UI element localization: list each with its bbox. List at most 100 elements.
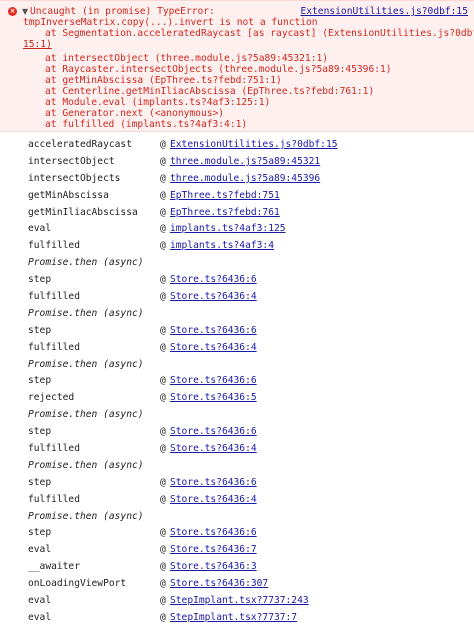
stack-frame-row: step @ Store.ts?6436:6 [0,525,474,542]
stack-frame-row: acceleratedRaycast @ ExtensionUtilities.js… [0,137,474,154]
frame-function-name: fulfilled [28,240,80,252]
frame-function-name: intersectObjects [28,172,121,184]
at-symbol: @ [160,172,166,184]
frame-function-name: eval [28,223,52,235]
error-line: at Raycaster.intersectObjects (three.mod… [45,64,392,75]
error-line: 15:1) [23,39,52,50]
at-symbol: @ [160,291,166,303]
async-label: Promise.then (async) [28,510,144,522]
error-line: at Module.eval (implants.ts?4af3:125:1) [45,97,271,108]
frame-function-name: fulfilled [28,493,80,505]
error-link[interactable]: 15:1) [23,39,52,50]
at-symbol: @ [160,544,166,556]
stack-frame-row: step @ Store.ts?6436:6 [0,373,474,390]
stack-frame-row: onLoadingViewPort @ Store.ts?6436:307 [0,576,474,593]
at-symbol: @ [160,578,166,590]
frame-function-name: eval [28,611,52,623]
at-symbol: @ [160,527,166,539]
frame-function-name: step [28,375,52,387]
frame-source-link[interactable]: Store.ts?6436:4 [170,441,257,458]
console-panel: × ▼ ExtensionUtilities.js?0dbf:15 Uncaug… [0,0,474,623]
at-symbol: @ [160,392,166,404]
frame-source-link[interactable]: Store.ts?6436:5 [170,390,257,407]
stack-frame-row: step @ Store.ts?6436:6 [0,424,474,441]
stack-frame-row: eval @ Store.ts?6436:7 [0,542,474,559]
stack-frame-row: step @ Store.ts?6436:6 [0,272,474,289]
at-symbol: @ [160,426,166,438]
async-separator-row: Promise.then (async) [0,306,474,323]
async-separator-row: Promise.then (async) [0,509,474,526]
frame-function-name: fulfilled [28,443,80,455]
frame-source-link[interactable]: Store.ts?6436:6 [170,373,257,390]
error-line: at Centerline.getMinIliacAbscissa (EpThr… [45,86,375,97]
frame-source-link[interactable]: Store.ts?6436:7 [170,542,257,559]
stack-frame-row: rejected @ Store.ts?6436:5 [0,390,474,407]
error-line: at fulfilled (implants.ts?4af3:4:1) [45,119,248,130]
frame-source-link[interactable]: Store.ts?6436:6 [170,475,257,492]
stack-frame-row: eval @ StepImplant.tsx?7737:243 [0,593,474,610]
frame-function-name: acceleratedRaycast [28,139,132,150]
frame-source-link[interactable]: Store.ts?6436:6 [170,272,257,289]
at-symbol: @ [160,324,166,336]
stack-frame-row: eval @ StepImplant.tsx?7737:7 [0,610,474,627]
frame-source-link[interactable]: Store.ts?6436:4 [170,340,257,357]
error-message-block[interactable]: × ▼ ExtensionUtilities.js?0dbf:15 Uncaug… [0,0,474,132]
async-separator-row: Promise.then (async) [0,407,474,424]
frame-source-link[interactable]: Store.ts?6436:6 [170,424,257,441]
frame-source-link[interactable]: EpThree.ts?febd:761 [170,205,280,222]
at-symbol: @ [160,223,166,235]
frame-source-link[interactable]: Store.ts?6436:4 [170,289,257,306]
frame-source-link[interactable]: Store.ts?6436:6 [170,525,257,542]
at-symbol: @ [160,155,166,167]
frame-source-link[interactable]: Store.ts?6436:307 [170,576,268,593]
frame-source-link[interactable]: three.module.js?5a89:45396 [170,171,320,188]
at-symbol: @ [160,561,166,573]
error-circle-icon: × [8,7,17,16]
frame-source-link[interactable]: Store.ts?6436:6 [170,323,257,340]
at-symbol: @ [160,375,166,387]
stack-frame-row: eval @ implants.ts?4af3:125 [0,221,474,238]
frame-source-link[interactable]: StepImplant.tsx?7737:7 [170,610,297,627]
stack-frame-row: step @ Store.ts?6436:6 [0,323,474,340]
frame-function-name: step [28,274,52,286]
frame-source-link[interactable]: three.module.js?5a89:45321 [170,154,320,171]
async-separator-row: Promise.then (async) [0,458,474,475]
frame-function-name: fulfilled [28,291,80,303]
frame-source-link[interactable]: Store.ts?6436:3 [170,559,257,576]
stack-frame-row: fulfilled @ Store.ts?6436:4 [0,492,474,509]
frame-source-link[interactable]: ExtensionUtilities.js?0dbf:15 [170,137,338,154]
error-source-link[interactable]: ExtensionUtilities.js?0dbf:15 [300,6,468,17]
error-line: at Segmentation.acceleratedRaycast [as r… [45,28,474,39]
error-line: at getMinAbscissa (EpThree.ts?febd:751:1… [45,75,282,86]
frame-source-link[interactable]: EpThree.ts?febd:751 [170,188,280,205]
frame-source-link[interactable]: StepImplant.tsx?7737:243 [170,593,309,610]
stack-frame-row: step @ Store.ts?6436:6 [0,475,474,492]
stack-frame-row: fulfilled @ implants.ts?4af3:4 [0,238,474,255]
frame-function-name: eval [28,544,52,556]
frame-source-link[interactable]: implants.ts?4af3:125 [170,221,286,238]
async-label: Promise.then (async) [28,307,144,319]
frame-function-name: rejected [28,392,75,404]
error-line: at Generator.next (<anonymous>) [45,108,225,119]
frame-source-link[interactable]: implants.ts?4af3:4 [170,238,274,255]
frame-function-name: step [28,426,52,438]
triangle-down-icon[interactable]: ▼ [22,7,28,16]
at-symbol: @ [160,341,166,353]
frame-function-name: step [28,324,52,336]
frame-function-name: intersectObject [28,155,115,167]
error-line: tmpInverseMatrix.copy(...).invert is not… [23,17,318,28]
frame-function-name: step [28,476,52,488]
async-separator-row: Promise.then (async) [0,255,474,272]
async-label: Promise.then (async) [28,409,144,421]
frame-source-link[interactable]: Store.ts?6436:4 [170,492,257,509]
stack-frame-row: intersectObjects @ three.module.js?5a89:45… [0,171,474,188]
frame-function-name: step [28,527,52,539]
stack-frame-row: __awaiter @ Store.ts?6436:3 [0,559,474,576]
at-symbol: @ [160,274,166,286]
at-symbol: @ [160,443,166,455]
at-symbol: @ [160,476,166,488]
stack-frame-row: intersectObject @ three.module.js?5a89:453… [0,154,474,171]
at-symbol: @ [160,611,166,623]
error-line: at intersectObject (three.module.js?5a89… [45,53,329,64]
error-line: Uncaught (in promise) TypeError: [30,6,215,17]
